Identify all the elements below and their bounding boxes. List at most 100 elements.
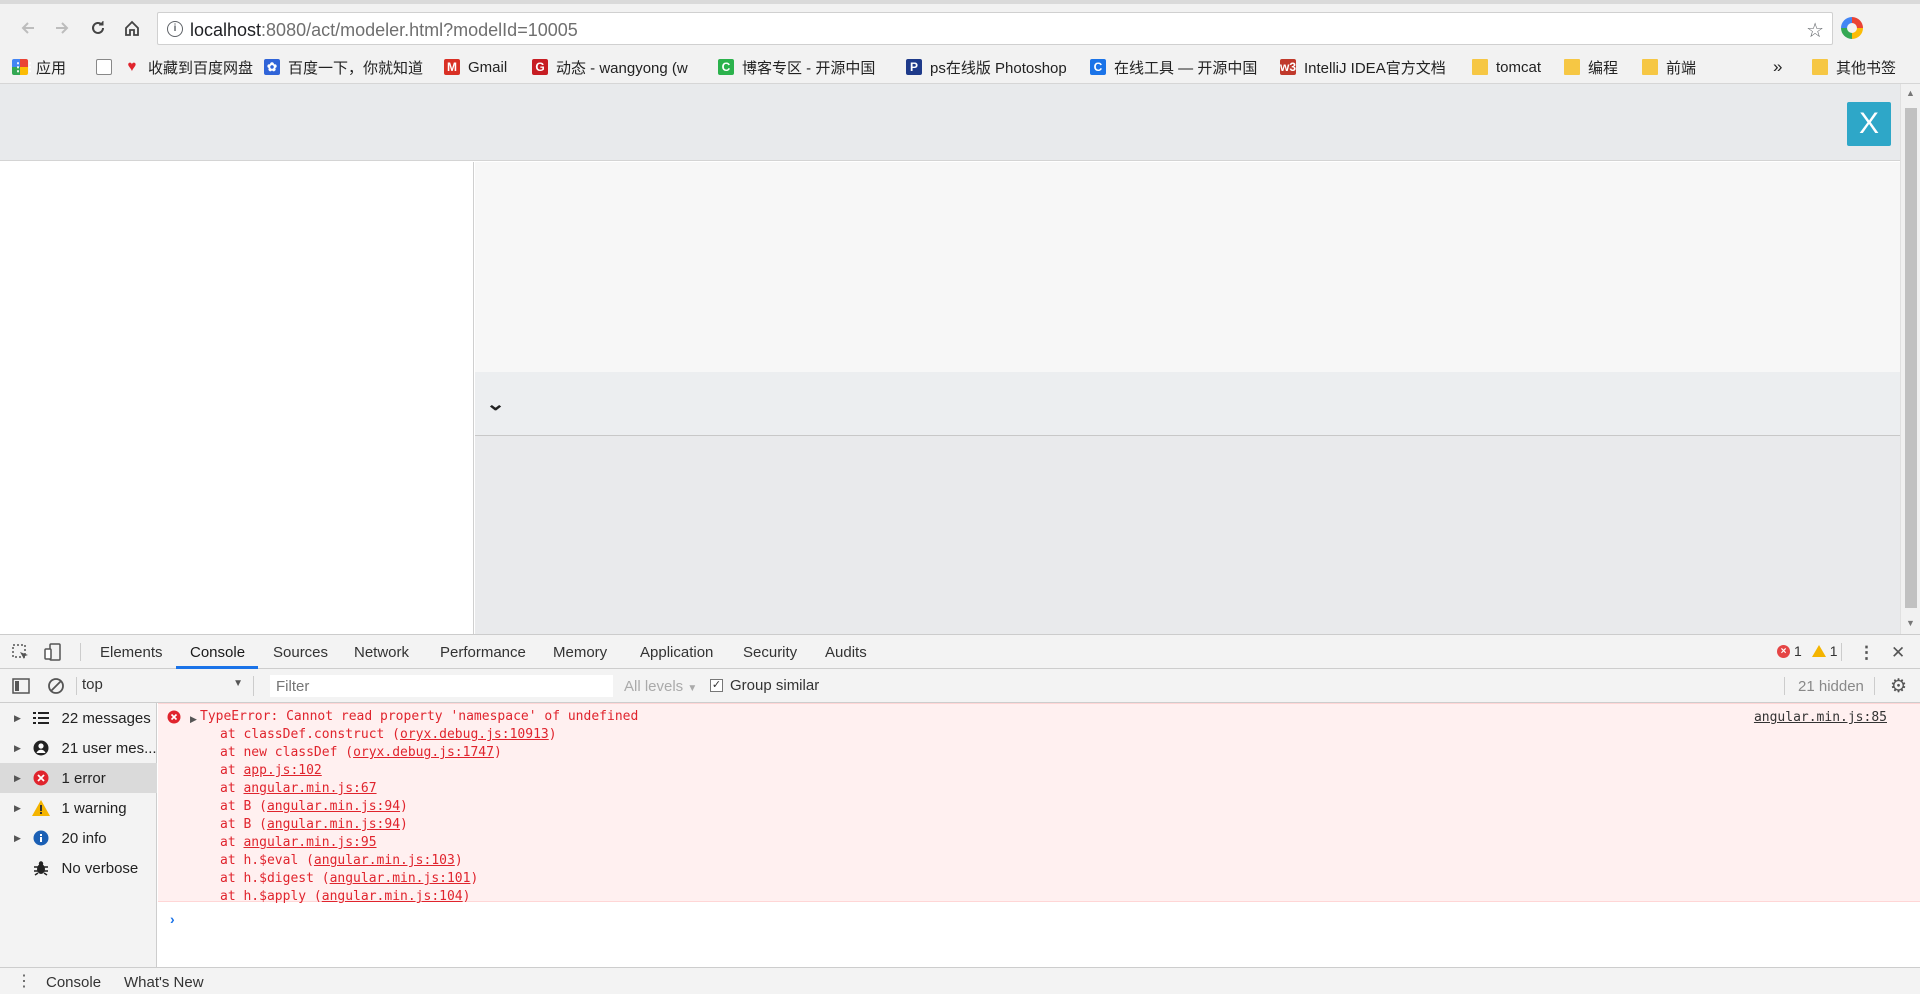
extension-icon[interactable]	[1841, 17, 1863, 39]
folder-icon	[1812, 59, 1828, 75]
reload-button[interactable]	[84, 14, 112, 42]
more-options-icon[interactable]: ⋮	[1858, 643, 1875, 663]
tab-application[interactable]: Application	[640, 644, 713, 661]
drawer-menu-icon[interactable]: ⋮	[16, 971, 32, 991]
stack-frame-link[interactable]: app.js:102	[243, 763, 321, 778]
sidebar-toggle-icon[interactable]	[12, 677, 30, 695]
stack-frame-suffix: )	[400, 817, 408, 832]
palette-panel	[0, 162, 474, 634]
group-similar-toggle[interactable]: ✓ Group similar	[710, 677, 819, 694]
back-button[interactable]	[14, 14, 42, 42]
issue-counter[interactable]: × 1 1	[1777, 643, 1838, 659]
stack-frame-link[interactable]: oryx.debug.js:10913	[400, 727, 549, 742]
bookmark-item[interactable]: 前端	[1642, 56, 1712, 78]
expand-triangle-icon[interactable]: ▶	[14, 743, 24, 754]
scroll-up-icon[interactable]: ▲	[1906, 88, 1915, 98]
bookmark-item[interactable]: C 博客专区 - 开源中国	[718, 56, 893, 78]
tab-memory[interactable]: Memory	[553, 644, 607, 661]
bookmark-item[interactable]: tomcat	[1472, 56, 1557, 78]
scroll-down-icon[interactable]: ▼	[1906, 618, 1915, 628]
clear-console-icon[interactable]	[47, 677, 65, 695]
reload-icon	[92, 21, 104, 34]
expand-triangle-icon[interactable]: ▶	[14, 773, 24, 784]
close-button[interactable]: X	[1847, 102, 1891, 146]
site-info-icon[interactable]: i	[167, 21, 183, 37]
expand-triangle-icon[interactable]: ▶	[190, 714, 197, 725]
sidebar-item-bug[interactable]: No verbose	[0, 853, 157, 883]
stack-frame-suffix: )	[400, 799, 408, 814]
error-message[interactable]: ▶ angular.min.js:85 TypeError: Cannot re…	[158, 703, 1920, 904]
stack-frame-link[interactable]: angular.min.js:104	[322, 889, 463, 904]
tab-security[interactable]: Security	[743, 644, 797, 661]
inspect-element-icon[interactable]	[12, 644, 30, 662]
bookmark-item[interactable]: G 动态 - wangyong (w	[532, 56, 707, 78]
heart-icon: ♥	[127, 58, 137, 75]
stack-frame-link[interactable]: angular.min.js:94	[267, 817, 400, 832]
forward-button[interactable]	[48, 14, 76, 42]
error-icon: ×	[1777, 644, 1790, 658]
bookmark-star-icon[interactable]: ☆	[1806, 18, 1824, 43]
tab-console[interactable]: Console	[190, 644, 245, 661]
bookmark-item[interactable]	[96, 56, 116, 78]
sidebar-item-warning[interactable]: ▶ 1 warning	[0, 793, 157, 823]
tab-elements[interactable]: Elements	[100, 644, 163, 661]
w3c-icon: w3	[1280, 59, 1297, 75]
sidebar-item-info[interactable]: ▶ 20 info	[0, 823, 157, 853]
stack-frame-suffix: )	[462, 889, 471, 904]
page-scrollbar[interactable]: ▲ ▼	[1900, 84, 1920, 634]
toolbar-divider	[1784, 677, 1785, 695]
sidebar-item-error[interactable]: ▶ 1 error	[0, 763, 157, 793]
bookmark-item[interactable]: ♥ 收藏到百度网盘	[124, 56, 254, 78]
canvas-area[interactable]	[475, 162, 1900, 372]
stack-frame-prefix: at h.$apply (	[220, 889, 322, 904]
checkbox-checked-icon[interactable]: ✓	[710, 679, 723, 692]
tab-audits[interactable]: Audits	[825, 644, 867, 661]
stack-frame-link[interactable]: oryx.debug.js:1747	[353, 745, 494, 760]
bookmark-item[interactable]: C 在线工具 — 开源中国	[1090, 56, 1265, 78]
tab-sources[interactable]: Sources	[273, 644, 328, 661]
drawer-tab-whats-new[interactable]: What's New	[124, 974, 204, 991]
bookmark-item[interactable]: ✿ 百度一下，你就知道	[264, 56, 434, 78]
bookmark-item[interactable]: ⋮⋮ 应用	[12, 56, 82, 78]
stack-frame-suffix: )	[454, 853, 463, 868]
properties-header[interactable]: ⌄	[475, 372, 1900, 436]
expand-triangle-icon[interactable]: ▶	[14, 803, 24, 814]
home-button[interactable]	[118, 14, 146, 42]
stack-frame-link[interactable]: angular.min.js:67	[243, 781, 376, 796]
other-bookmarks[interactable]: 其他书签	[1812, 56, 1896, 78]
address-bar[interactable]: i localhost:8080/act/modeler.html?modelI…	[157, 12, 1833, 45]
drawer-tab-console[interactable]: Console	[46, 974, 101, 991]
context-selector[interactable]: top ▼	[82, 676, 254, 696]
filter-input[interactable]	[270, 675, 613, 697]
stack-frame-link[interactable]: angular.min.js:94	[267, 799, 400, 814]
chevron-down-icon[interactable]: ⌄	[486, 394, 506, 415]
sidebar-item-user[interactable]: ▶ 21 user mes...	[0, 733, 157, 763]
stack-frame-link[interactable]: angular.min.js:101	[330, 871, 471, 886]
log-levels-dropdown[interactable]: All levels ▼	[624, 678, 697, 695]
bookmark-item[interactable]: M Gmail	[444, 56, 524, 78]
tab-performance[interactable]: Performance	[440, 644, 526, 661]
sidebar-item-label: 20 info	[61, 829, 107, 847]
close-devtools-icon[interactable]: ✕	[1891, 643, 1905, 663]
bookmarks-overflow-icon[interactable]: »	[1773, 56, 1782, 78]
stack-frame-link[interactable]: angular.min.js:95	[243, 835, 376, 850]
bookmark-item[interactable]: w3 IntelliJ IDEA官方文档	[1280, 56, 1460, 78]
stack-frame-link[interactable]: angular.min.js:103	[314, 853, 455, 868]
device-toolbar-icon[interactable]	[44, 643, 62, 661]
bookmark-label: 百度一下，你就知道	[288, 59, 424, 77]
gear-icon[interactable]: ⚙	[1890, 675, 1907, 698]
stack-frame-prefix: at classDef.construct (	[220, 727, 401, 742]
expand-triangle-icon[interactable]: ▶	[14, 833, 24, 844]
stack-frame-suffix: )	[548, 727, 557, 742]
bookmark-label: 前端	[1666, 59, 1697, 77]
bookmark-item[interactable]: 编程	[1564, 56, 1634, 78]
tab-network[interactable]: Network	[354, 644, 409, 661]
stack-frame-prefix: at h.$eval (	[220, 853, 314, 868]
error-source-link[interactable]: angular.min.js:85	[1754, 710, 1887, 725]
scrollbar-thumb[interactable]	[1905, 108, 1917, 608]
expand-triangle-icon[interactable]: ▶	[14, 713, 24, 724]
console-prompt[interactable]: ›	[170, 911, 175, 927]
bookmark-item[interactable]: Pps在线版 Photoshop	[906, 56, 1076, 78]
sidebar-item-list[interactable]: ▶ 22 messages	[0, 703, 157, 733]
url-text[interactable]: localhost:8080/act/modeler.html?modelId=…	[190, 20, 578, 41]
